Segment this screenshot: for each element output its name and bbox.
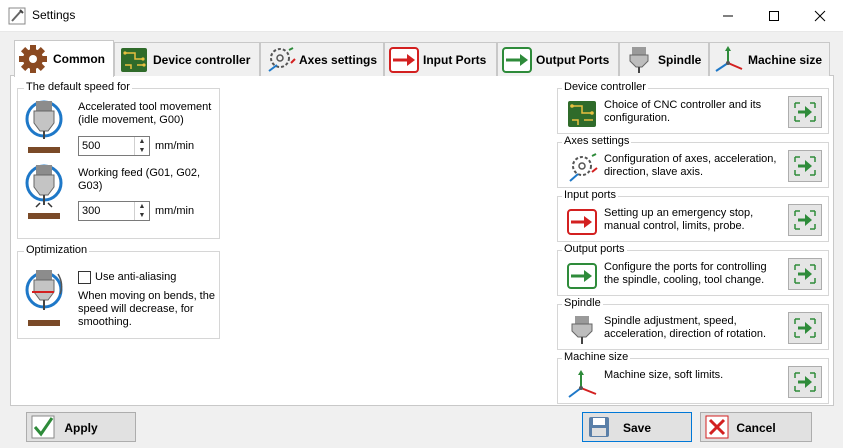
device-controller-description: Choice of CNC controller and its configu…	[604, 99, 762, 124]
save-label: Save	[622, 421, 652, 435]
spin-arrows: ▲ ▼	[134, 137, 149, 155]
spin-arrows: ▲ ▼	[134, 202, 149, 220]
tab-device-controller[interactable]: Device controller	[114, 42, 260, 76]
open-output-ports-button[interactable]	[788, 258, 822, 290]
axes-settings-group: Axes settings Configuration of axes, acc…	[557, 135, 829, 188]
minimize-icon	[723, 15, 733, 17]
arrow-in-icon	[567, 209, 597, 235]
tab-bar: Common Device controller Axes settings I…	[10, 40, 834, 77]
go-arrow-icon	[794, 102, 816, 122]
accel-label: Accelerated tool movement (idle movement…	[78, 101, 212, 126]
tab-axes-settings-label: Axes settings	[299, 52, 378, 67]
open-axes-settings-button[interactable]	[788, 150, 822, 182]
machine-size-group: Machine size Machine size, soft limits.	[557, 351, 829, 404]
default-speed-group: The default speed for Accelerated tool m…	[17, 81, 220, 239]
input-ports-group: Input ports Setting up an emergency stop…	[557, 189, 829, 242]
tab-output-ports[interactable]: Output Ports	[497, 42, 619, 76]
circuit-board-icon	[568, 101, 596, 127]
feed-unit: mm/min	[155, 205, 195, 217]
go-arrow-icon	[794, 318, 816, 338]
accel-speed-value: 500	[82, 140, 101, 152]
tab-machine-size[interactable]: Machine size	[709, 42, 830, 76]
open-machine-size-button[interactable]	[788, 366, 822, 398]
spin-down-icon[interactable]: ▼	[135, 146, 149, 155]
spin-up-icon[interactable]: ▲	[135, 202, 149, 211]
open-spindle-button[interactable]	[788, 312, 822, 344]
optimization-legend: Optimization	[24, 244, 90, 256]
rapid-move-spindle-icon	[25, 100, 63, 153]
go-arrow-icon	[794, 210, 816, 230]
arrow-in-icon	[389, 46, 419, 73]
axes-gear-icon	[268, 46, 296, 72]
anti-aliasing-label: Use anti-aliasing	[95, 271, 177, 283]
spin-down-icon[interactable]: ▼	[135, 211, 149, 220]
cancel-button[interactable]: Cancel	[700, 412, 812, 442]
spindle-group: Spindle Spindle adjustment, speed, accel…	[557, 297, 829, 350]
spindle-legend: Spindle	[562, 297, 603, 309]
tab-common[interactable]: Common	[14, 40, 114, 77]
go-arrow-icon	[794, 372, 816, 392]
axes-settings-description: Configuration of axes, acceleration, dir…	[604, 153, 777, 178]
accel-unit: mm/min	[155, 140, 195, 152]
minimize-button[interactable]	[705, 0, 751, 32]
circuit-board-icon	[121, 47, 147, 72]
input-ports-description: Setting up an emergency stop, manual con…	[604, 207, 754, 232]
arrow-out-icon	[567, 263, 597, 289]
tab-common-label: Common	[53, 52, 105, 66]
arrow-out-icon	[502, 46, 532, 73]
input-ports-legend: Input ports	[562, 189, 618, 201]
spin-up-icon[interactable]: ▲	[135, 137, 149, 146]
xyz-axes-icon	[715, 45, 743, 72]
spindle-icon	[629, 46, 649, 73]
output-ports-description: Configure the ports for controlling the …	[604, 261, 767, 286]
open-device-controller-button[interactable]	[788, 96, 822, 128]
machine-size-description: Machine size, soft limits.	[604, 369, 724, 381]
open-input-ports-button[interactable]	[788, 204, 822, 236]
anti-aliasing-description: When moving on bends, the speed will dec…	[78, 290, 215, 328]
apply-button[interactable]: Apply	[26, 412, 136, 442]
gear-icon	[19, 45, 47, 73]
tab-device-controller-label: Device controller	[153, 52, 251, 67]
feed-label: Working feed (G01, G02, G03)	[78, 167, 201, 192]
axes-gear-icon	[569, 153, 598, 182]
common-settings-panel: The default speed for Accelerated tool m…	[10, 76, 834, 406]
xyz-axes-icon	[568, 370, 597, 398]
default-speed-legend: The default speed for	[24, 81, 132, 93]
maximize-icon	[769, 11, 779, 21]
device-controller-group: Device controller Choice of CNC controll…	[557, 81, 829, 134]
title-bar: Settings	[0, 0, 843, 32]
cancel-label: Cancel	[736, 421, 776, 435]
axes-settings-legend: Axes settings	[562, 135, 632, 147]
output-ports-group: Output ports Configure the ports for con…	[557, 243, 829, 296]
spindle-description: Spindle adjustment, speed, acceleration,…	[604, 315, 767, 340]
go-arrow-icon	[794, 156, 816, 176]
machine-size-legend: Machine size	[562, 351, 631, 363]
device-controller-legend: Device controller	[562, 81, 648, 93]
tab-axes-settings[interactable]: Axes settings	[260, 42, 384, 76]
anti-aliasing-checkbox[interactable]	[78, 271, 91, 284]
tab-spindle[interactable]: Spindle	[619, 42, 709, 76]
app-settings-icon	[8, 7, 26, 25]
feed-speed-value: 300	[82, 205, 101, 217]
tab-machine-size-label: Machine size	[748, 52, 823, 67]
tab-input-ports[interactable]: Input Ports	[384, 42, 497, 76]
close-button[interactable]	[797, 0, 843, 32]
output-ports-legend: Output ports	[562, 243, 627, 255]
close-icon	[814, 10, 826, 22]
working-feed-spindle-icon	[25, 164, 63, 219]
feed-speed-spinbox[interactable]: 300 ▲ ▼	[78, 201, 150, 221]
tab-output-ports-label: Output Ports	[536, 52, 610, 67]
anti-aliasing-spindle-icon	[25, 270, 63, 326]
save-button[interactable]: Save	[582, 412, 692, 442]
spindle-icon	[571, 316, 593, 344]
optimization-group: Optimization Use anti-aliasing When movi…	[17, 244, 220, 339]
window-title: Settings	[32, 8, 76, 22]
tab-spindle-label: Spindle	[658, 52, 702, 67]
go-arrow-icon	[794, 264, 816, 284]
apply-label: Apply	[64, 421, 98, 435]
tab-input-ports-label: Input Ports	[423, 52, 487, 67]
accel-speed-spinbox[interactable]: 500 ▲ ▼	[78, 136, 150, 156]
maximize-button[interactable]	[751, 0, 797, 32]
